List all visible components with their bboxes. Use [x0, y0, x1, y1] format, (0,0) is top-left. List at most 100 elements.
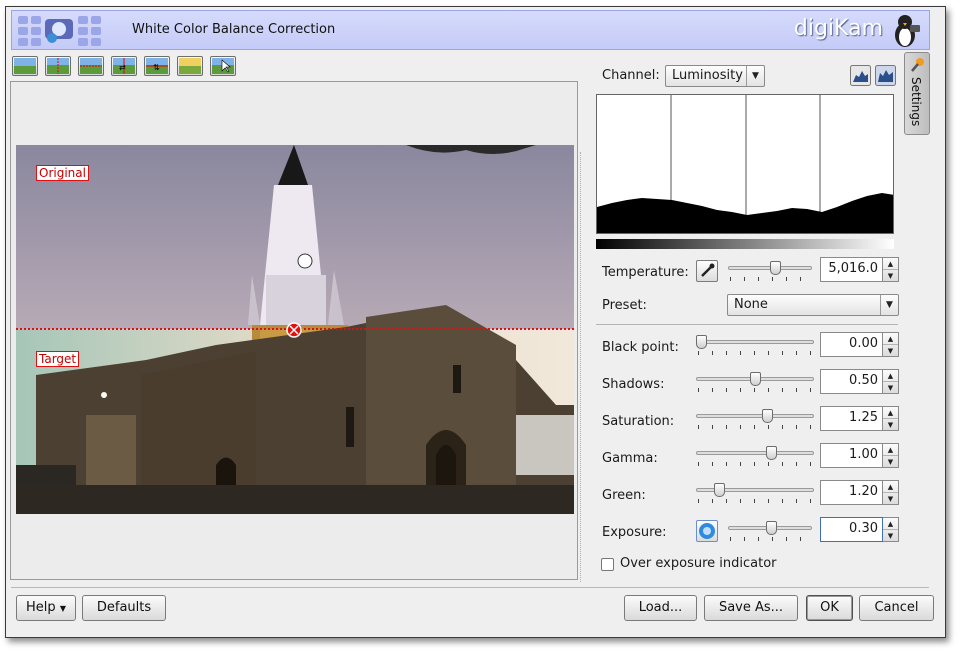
spin-arrows[interactable]: ▲ ▼ [883, 332, 899, 357]
load-button[interactable]: Load... [624, 595, 697, 621]
spin-down-icon[interactable]: ▼ [883, 419, 898, 431]
green-spinbox[interactable]: 1.20 ▲ ▼ [820, 480, 900, 505]
spin-up-icon[interactable]: ▲ [883, 370, 898, 382]
chevron-down-icon: ▼ [59, 604, 66, 613]
image-preview-area[interactable]: Original Target [10, 81, 578, 580]
saturation-value[interactable]: 1.25 [820, 406, 883, 431]
svg-text:⇄: ⇄ [119, 63, 126, 72]
color-pick-point-icon[interactable] [285, 321, 303, 339]
spin-down-icon[interactable]: ▼ [883, 345, 898, 357]
over-exposure-label[interactable]: Over exposure indicator [620, 556, 777, 571]
pointer-landscape-icon [212, 58, 234, 74]
temperature-label: Temperature: [602, 265, 689, 280]
under-over-exposure-button[interactable] [210, 56, 236, 76]
help-button[interactable]: Help ▼ [16, 595, 76, 621]
saturation-slider[interactable] [696, 409, 814, 431]
black-point-value[interactable]: 0.00 [820, 332, 883, 357]
slider-ticks [698, 499, 812, 503]
black-point-spinbox[interactable]: 0.00 ▲ ▼ [820, 332, 900, 357]
spin-up-icon[interactable]: ▲ [883, 258, 898, 270]
log-scale-button[interactable] [875, 65, 896, 86]
split-vertical-button[interactable] [45, 56, 71, 76]
temperature-slider[interactable] [728, 261, 812, 283]
gamma-slider[interactable] [696, 446, 814, 468]
temperature-value[interactable]: 5,016.0 [820, 257, 883, 282]
over-exposure-checkbox[interactable] [601, 558, 614, 571]
slider-handle[interactable] [766, 521, 777, 535]
panel-splitter[interactable] [580, 152, 581, 582]
spin-up-icon[interactable]: ▲ [883, 407, 898, 419]
compare-vertical-button[interactable]: ⇄ [111, 56, 137, 76]
slider-handle[interactable] [766, 446, 777, 460]
spin-arrows[interactable]: ▲ ▼ [883, 406, 899, 431]
saturation-spinbox[interactable]: 1.25 ▲ ▼ [820, 406, 900, 431]
exposure-spinbox[interactable]: 0.30 ▲ ▼ [820, 517, 900, 542]
spin-arrows[interactable]: ▲ ▼ [883, 480, 899, 505]
slider-track [696, 414, 814, 418]
cancel-button[interactable]: Cancel [859, 595, 934, 621]
shadows-slider[interactable] [696, 372, 814, 394]
preset-value: None [734, 297, 768, 312]
spin-up-icon[interactable]: ▲ [883, 481, 898, 493]
spin-down-icon[interactable]: ▼ [883, 493, 898, 505]
preset-label: Preset: [602, 298, 647, 313]
slider-ticks [730, 537, 810, 541]
gamma-value[interactable]: 1.00 [820, 443, 883, 468]
spin-arrows[interactable]: ▲ ▼ [883, 257, 899, 282]
spin-down-icon[interactable]: ▼ [883, 456, 898, 468]
green-slider[interactable] [696, 483, 814, 505]
exposure-value[interactable]: 0.30 [820, 517, 883, 542]
slider-ticks [698, 462, 812, 466]
settings-tab-label: Settings [909, 77, 923, 127]
green-value[interactable]: 1.20 [820, 480, 883, 505]
spin-up-icon[interactable]: ▲ [883, 518, 898, 530]
auto-exposure-button[interactable] [696, 520, 718, 542]
target-landscape-icon [179, 58, 201, 74]
shadows-value[interactable]: 0.50 [820, 369, 883, 394]
slider-handle[interactable] [714, 483, 725, 497]
save-as-button[interactable]: Save As... [704, 595, 798, 621]
section-divider [596, 324, 898, 325]
slider-handle[interactable] [750, 372, 761, 386]
original-preview-button[interactable] [12, 56, 38, 76]
settings-side-tab[interactable]: Settings [904, 52, 930, 135]
channel-select[interactable]: Luminosity ▼ [665, 65, 765, 87]
spin-arrows[interactable]: ▲ ▼ [883, 443, 899, 468]
green-label: Green: [602, 488, 646, 503]
eyedropper-icon [701, 263, 715, 277]
gamma-spinbox[interactable]: 1.00 ▲ ▼ [820, 443, 900, 468]
split-horizontal-button[interactable] [78, 56, 104, 76]
digikam-logo: digiKam [793, 16, 883, 41]
shadows-spinbox[interactable]: 0.50 ▲ ▼ [820, 369, 900, 394]
svg-text:⇅: ⇅ [153, 63, 160, 72]
slider-handle[interactable] [762, 409, 773, 423]
spin-up-icon[interactable]: ▲ [883, 333, 898, 345]
saturation-label: Saturation: [602, 414, 675, 429]
split-vertical-icon [47, 58, 69, 74]
slider-handle[interactable] [770, 261, 781, 275]
temperature-picker-button[interactable] [696, 260, 718, 282]
settings-panel: Channel: Luminosity ▼ Temperature: 5,016… [592, 56, 902, 576]
exposure-slider[interactable] [728, 521, 812, 543]
spin-down-icon[interactable]: ▼ [883, 270, 898, 282]
spin-arrows[interactable]: ▲ ▼ [883, 517, 899, 542]
title-banner: White Color Balance Correction digiKam [11, 10, 930, 50]
temperature-spinbox[interactable]: 5,016.0 ▲ ▼ [820, 257, 900, 282]
preset-select[interactable]: None ▼ [727, 294, 899, 316]
spin-down-icon[interactable]: ▼ [883, 530, 898, 542]
spin-arrows[interactable]: ▲ ▼ [883, 369, 899, 394]
spin-up-icon[interactable]: ▲ [883, 444, 898, 456]
original-label: Original [36, 165, 89, 181]
compare-horizontal-button[interactable]: ⇅ [144, 56, 170, 76]
black-point-label: Black point: [602, 340, 679, 355]
button-bar-separator [11, 587, 929, 588]
linear-scale-button[interactable] [850, 65, 871, 86]
target-preview-button[interactable] [177, 56, 203, 76]
slider-track [696, 340, 814, 344]
black-point-slider[interactable] [696, 335, 814, 357]
ok-button[interactable]: OK [806, 595, 853, 621]
slider-handle[interactable] [696, 335, 707, 349]
spin-down-icon[interactable]: ▼ [883, 382, 898, 394]
defaults-button[interactable]: Defaults [82, 595, 166, 621]
preview-photo[interactable]: Original Target [16, 145, 574, 514]
